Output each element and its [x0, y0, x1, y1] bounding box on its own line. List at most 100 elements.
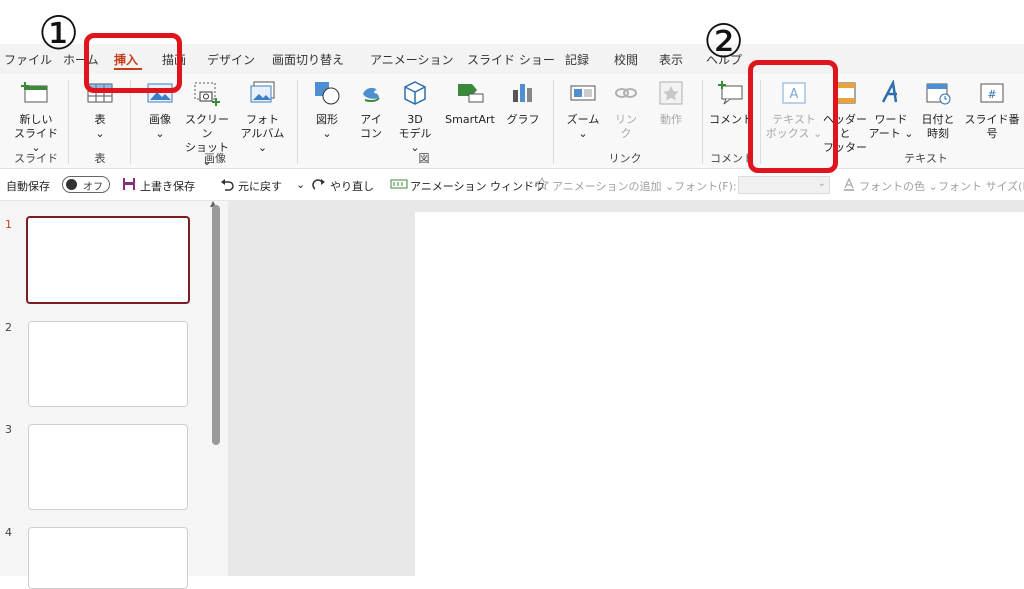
smartart-icon: [458, 84, 484, 103]
bar-chart-icon: [513, 84, 532, 102]
tab-animations[interactable]: アニメーション: [370, 51, 454, 68]
slide-number-3: 3: [5, 423, 12, 436]
save-icon[interactable]: [122, 177, 136, 191]
new-slide-icon: [21, 82, 48, 103]
svg-text:#: #: [987, 88, 996, 101]
redo-icon[interactable]: [312, 177, 326, 191]
group-label-links: リンク: [608, 152, 642, 165]
annotation-textbox-highlight: [748, 60, 838, 173]
action-button[interactable]: 動作: [650, 80, 692, 127]
link-button[interactable]: リン ク: [608, 80, 644, 141]
bird-icon: [363, 87, 380, 103]
separator: [297, 80, 298, 164]
smartart-label: SmartArt: [445, 113, 495, 126]
link-icon: [615, 88, 637, 98]
photo-album-label-2: アルバム ⌄: [240, 127, 285, 154]
group-label-slides: スライド: [14, 152, 58, 165]
font-size-label[interactable]: フォント サイズ(F): [938, 178, 1024, 194]
animation-pane-button[interactable]: アニメーション ウィンドウ: [410, 178, 545, 194]
photo-album-label-1: フォト: [246, 113, 279, 126]
wordart-button[interactable]: ワード アート ⌄: [868, 79, 914, 141]
icons-label-2: コン: [360, 127, 382, 140]
slide-number-4: 4: [5, 526, 12, 539]
shapes-button[interactable]: 図形 ⌄: [307, 80, 347, 141]
shapes-caret: ⌄: [322, 127, 332, 140]
icons-label-1: アイ: [360, 113, 382, 126]
tab-record[interactable]: 記録: [565, 51, 589, 68]
zoom-icon: [570, 85, 596, 101]
tab-slideshow[interactable]: スライド ショー: [467, 51, 555, 68]
separator: [68, 80, 69, 164]
toggle-knob: [66, 179, 77, 190]
star-icon: [659, 81, 683, 105]
zoom-label: ズーム: [566, 113, 600, 126]
new-slide-button[interactable]: 新しい スライド ⌄: [10, 80, 62, 155]
comment-icon: [718, 81, 743, 105]
shapes-label: 図形: [316, 113, 338, 126]
photo-album-button[interactable]: フォト アルバム ⌄: [235, 80, 290, 155]
animation-pane-icon[interactable]: [390, 178, 408, 190]
table-label: 表: [94, 113, 106, 126]
slide-number-2: 2: [5, 321, 12, 334]
tab-review[interactable]: 校閲: [614, 51, 638, 68]
add-animation-button[interactable]: アニメーションの追加 ⌄: [552, 178, 674, 194]
autosave-state: オフ: [83, 182, 103, 193]
group-label-text: テキスト: [904, 152, 948, 165]
date-time-label-2: 時刻: [927, 127, 949, 140]
image-label: 画像: [149, 113, 171, 126]
font-color-icon: [844, 177, 854, 191]
separator: [553, 80, 554, 164]
annotation-insert-tab-highlight: [84, 33, 182, 93]
date-time-button[interactable]: 日付と 時刻: [916, 80, 960, 141]
slide-number-label: スライド番号: [964, 113, 1020, 140]
undo-dropdown[interactable]: ⌄: [296, 178, 305, 191]
chart-button[interactable]: グラフ: [503, 80, 543, 127]
wordart-label-1: ワード: [874, 113, 908, 126]
group-label-table: 表: [94, 152, 106, 165]
tab-transitions[interactable]: 画面切り替え: [272, 51, 344, 68]
cube-icon: [404, 81, 426, 105]
screenshot-label-1: スクリーン: [185, 113, 229, 140]
3d-models-button[interactable]: 3D モデル ⌄: [393, 80, 437, 155]
link-label-1: リン: [615, 113, 637, 126]
action-label: 動作: [660, 113, 682, 126]
group-label-illustrations: 図: [418, 152, 430, 165]
slide-thumbnail-4[interactable]: [28, 527, 188, 589]
link-label-2: ク: [620, 127, 632, 140]
autosave-toggle[interactable]: オフ: [62, 176, 110, 193]
table-caret: ⌄: [95, 127, 105, 140]
undo-icon[interactable]: [220, 177, 234, 191]
date-time-label-1: 日付と: [921, 113, 955, 126]
chart-label: グラフ: [506, 113, 540, 126]
calendar-icon: [926, 83, 951, 105]
new-slide-label-1: 新しい: [19, 113, 53, 126]
icons-button[interactable]: アイ コン: [353, 80, 389, 141]
shapes-icon: [315, 82, 340, 105]
wordart-label-2: アート ⌄: [868, 127, 914, 140]
3d-label-1: 3D: [407, 113, 423, 126]
slide-number-1: 1: [5, 218, 12, 231]
redo-button[interactable]: やり直し: [330, 178, 374, 194]
zoom-button[interactable]: ズーム ⌄: [562, 80, 604, 141]
tab-design[interactable]: デザイン: [207, 51, 255, 68]
separator: [702, 80, 703, 164]
group-label-images: 画像: [204, 152, 226, 165]
font-label: フォント(F):: [674, 180, 737, 193]
add-animation-star-icon: [535, 177, 549, 191]
save-button[interactable]: 上書き保存: [140, 178, 195, 194]
font-color-button[interactable]: フォントの色 ⌄: [859, 178, 938, 194]
slide-canvas[interactable]: [415, 212, 1024, 576]
slide-thumbnail-3[interactable]: [28, 424, 188, 510]
smartart-button[interactable]: SmartArt: [441, 80, 499, 127]
thumbnail-scrollbar[interactable]: [212, 205, 220, 445]
image-caret: ⌄: [155, 127, 165, 140]
chevron-down-icon: ⌄: [817, 178, 826, 189]
undo-button[interactable]: 元に戻す: [238, 178, 282, 194]
tab-view[interactable]: 表示: [659, 51, 683, 68]
annotation-step-2: ②: [703, 14, 745, 68]
annotation-step-1: ①: [38, 6, 80, 60]
slide-thumbnail-1[interactable]: [26, 216, 190, 304]
slide-thumbnail-2[interactable]: [28, 321, 188, 407]
font-dropdown[interactable]: ⌄: [738, 176, 830, 194]
slide-number-button[interactable]: # スライド番号: [960, 80, 1024, 141]
